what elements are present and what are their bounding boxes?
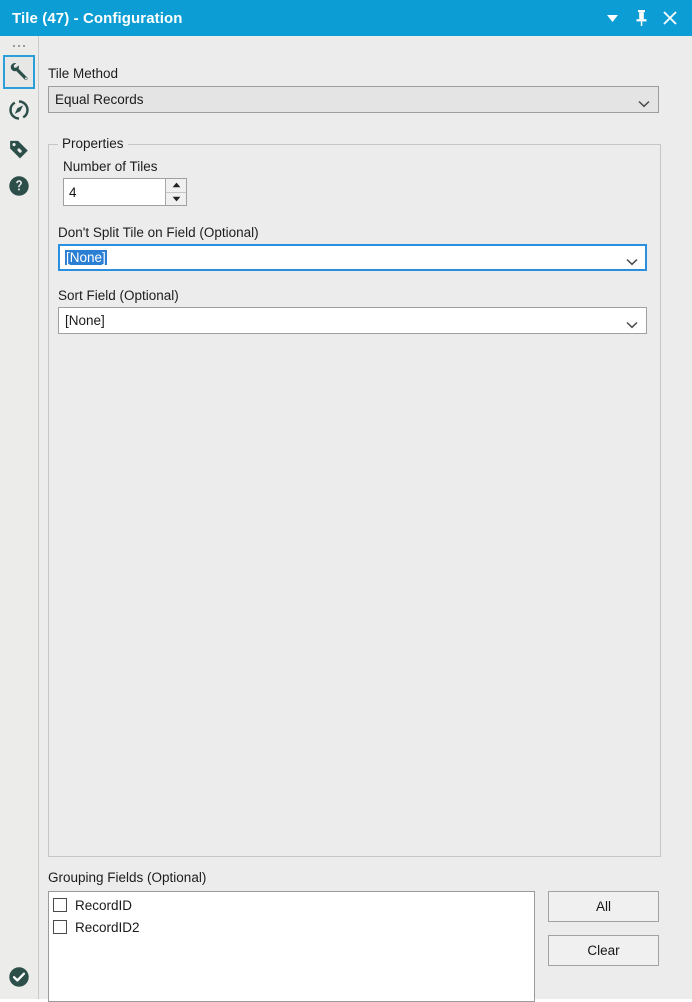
tile-method-value: Equal Records	[55, 92, 144, 107]
chevron-down-icon	[638, 96, 650, 107]
title-bar: Tile (47) - Configuration	[0, 0, 692, 36]
grouping-fields-label: Grouping Fields (Optional)	[48, 870, 207, 885]
properties-group-title: Properties	[58, 136, 128, 152]
window-title: Tile (47) - Configuration	[12, 9, 183, 27]
grouping-fields-listbox[interactable]: RecordID RecordID2	[48, 891, 535, 1002]
properties-group: Properties Number of Tiles 4 Don't Split…	[48, 136, 661, 857]
select-all-button[interactable]: All	[548, 891, 659, 922]
list-item-label: RecordID2	[75, 919, 140, 935]
window-controls	[604, 9, 682, 27]
list-item-label: RecordID	[75, 897, 133, 913]
sort-field-value: [None]	[65, 313, 105, 328]
stepper-buttons	[165, 179, 186, 205]
chevron-down-icon	[626, 317, 638, 328]
sidebar-item-configuration[interactable]	[3, 55, 35, 89]
wrench-icon	[8, 61, 30, 83]
stepper-up-icon[interactable]	[166, 179, 186, 193]
question-icon	[8, 175, 30, 197]
clear-button[interactable]: Clear	[548, 935, 659, 966]
sidebar-bottom	[0, 966, 38, 991]
checkbox-icon[interactable]	[53, 920, 67, 934]
dont-split-tile-label: Don't Split Tile on Field (Optional)	[58, 225, 259, 240]
tile-method-label: Tile Method	[48, 66, 119, 81]
close-icon[interactable]	[662, 9, 678, 27]
checkbox-icon[interactable]	[53, 898, 67, 912]
sort-field-label: Sort Field (Optional)	[58, 288, 179, 303]
chevron-down-icon[interactable]	[604, 9, 620, 27]
compass-icon	[8, 99, 30, 121]
drag-handle-icon[interactable]	[5, 39, 33, 53]
tag-icon	[8, 137, 30, 159]
sort-field-dropdown[interactable]: [None]	[58, 307, 647, 334]
chevron-down-icon	[626, 254, 638, 265]
list-item[interactable]: RecordID2	[49, 916, 534, 938]
stepper-down-icon[interactable]	[166, 193, 186, 206]
sidebar-item-annotation[interactable]	[3, 93, 35, 127]
sidebar-item-labels[interactable]	[3, 131, 35, 165]
check-circle-icon[interactable]	[8, 966, 30, 991]
number-of-tiles-label: Number of Tiles	[63, 159, 158, 174]
tool-sidebar	[0, 36, 39, 999]
list-item[interactable]: RecordID	[49, 894, 534, 916]
dont-split-tile-value: [None]	[65, 250, 107, 265]
configuration-window: Tile (47) - Configuration Tile Method Eq…	[0, 0, 692, 1002]
window-body: Tile Method Equal Records Properties Num…	[0, 36, 692, 1002]
pin-icon[interactable]	[633, 9, 649, 27]
number-of-tiles-stepper[interactable]: 4	[63, 178, 187, 206]
configuration-panel: Tile Method Equal Records Properties Num…	[39, 36, 692, 1002]
sidebar-item-help[interactable]	[3, 169, 35, 203]
number-of-tiles-input[interactable]: 4	[64, 179, 165, 205]
dont-split-tile-dropdown[interactable]: [None]	[58, 244, 647, 271]
tile-method-dropdown[interactable]: Equal Records	[48, 86, 659, 113]
